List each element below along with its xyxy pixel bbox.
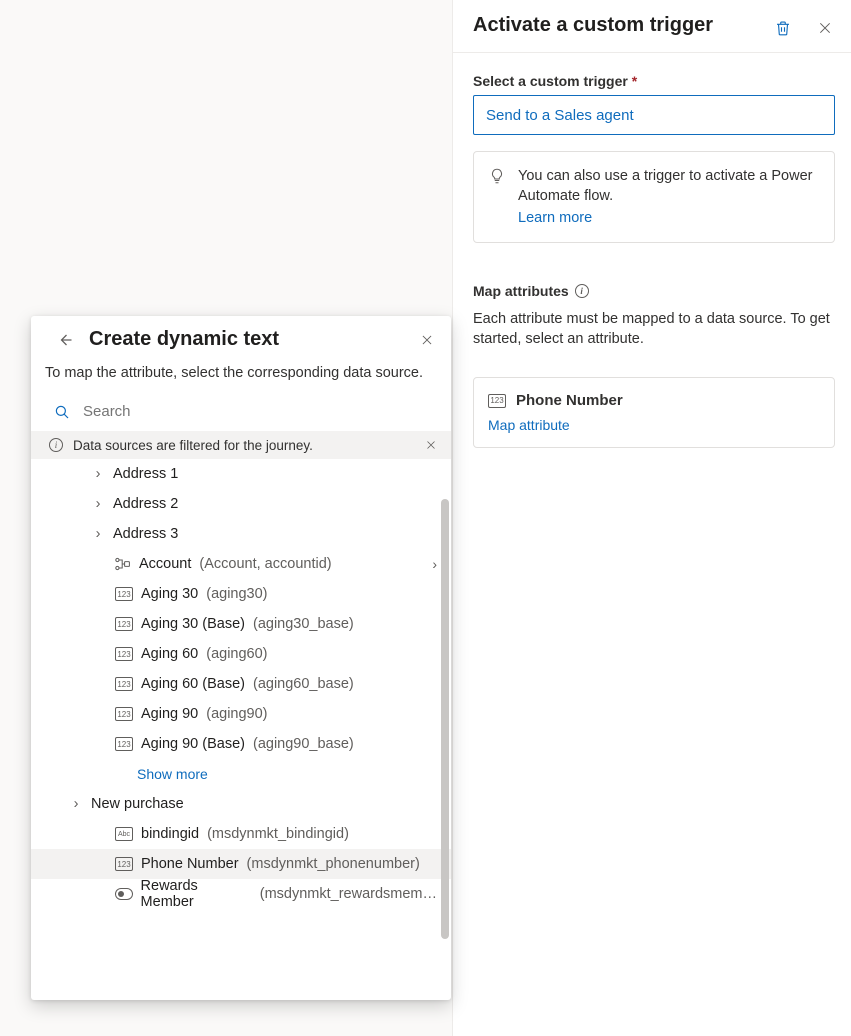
tree-item-aging60[interactable]: 123 Aging 60 (aging60) [31, 639, 451, 669]
filter-message: Data sources are filtered for the journe… [73, 438, 313, 453]
tip-callout: You can also use a trigger to activate a… [473, 151, 835, 243]
relation-icon [115, 557, 131, 571]
tree-item-phone-number[interactable]: 123 Phone Number (msdynmkt_phonenumber) [31, 849, 451, 879]
tree-item-aging90[interactable]: 123 Aging 90 (aging90) [31, 699, 451, 729]
dropdown-value: Send to a Sales agent [486, 107, 634, 124]
tree-group-address2[interactable]: › Address 2 [31, 489, 451, 519]
search-icon [53, 403, 71, 421]
learn-more-link[interactable]: Learn more [518, 208, 592, 228]
number-type-icon: 123 [115, 707, 133, 721]
text-type-icon: Abc [115, 827, 133, 841]
map-attribute-link[interactable]: Map attribute [488, 417, 570, 433]
tree-item-aging60base[interactable]: 123 Aging 60 (Base) (aging60_base) [31, 669, 451, 699]
tip-text: You can also use a trigger to activate a… [518, 168, 812, 204]
attribute-card: 123 Phone Number Map attribute [473, 377, 835, 448]
number-type-icon: 123 [115, 587, 133, 601]
tree-group-address1[interactable]: › Address 1 [31, 459, 451, 489]
filter-bar: i Data sources are filtered for the jour… [31, 431, 451, 459]
number-type-icon: 123 [115, 677, 133, 691]
scrollbar[interactable] [441, 499, 449, 939]
chevron-right-icon: › [91, 526, 105, 542]
chevron-right-icon: › [91, 466, 105, 482]
tree-group-new-purchase[interactable]: › New purchase [31, 789, 451, 819]
tree-item-rewards-member[interactable]: Rewards Member (msdynmkt_rewardsmem… [31, 879, 451, 909]
lightbulb-icon [488, 167, 506, 185]
number-type-icon: 123 [115, 857, 133, 871]
number-type-icon: 123 [488, 394, 506, 408]
tree-item-bindingid[interactable]: Abc bindingid (msdynmkt_bindingid) [31, 819, 451, 849]
boolean-type-icon [115, 888, 133, 900]
tree-item-account[interactable]: Account (Account, accountid) › [31, 549, 451, 579]
data-source-tree: › Address 1 › Address 2 › Address 3 Acco… [31, 459, 451, 1000]
tree-item-aging90base[interactable]: 123 Aging 90 (Base) (aging90_base) [31, 729, 451, 759]
number-type-icon: 123 [115, 647, 133, 661]
tree-item-aging30base[interactable]: 123 Aging 30 (Base) (aging30_base) [31, 609, 451, 639]
number-type-icon: 123 [115, 617, 133, 631]
popover-header: Create dynamic text [31, 316, 451, 357]
select-trigger-label: Select a custom trigger * [473, 73, 835, 89]
info-icon[interactable]: i [575, 284, 589, 298]
custom-trigger-dropdown[interactable]: Send to a Sales agent [473, 95, 835, 135]
map-attributes-desc: Each attribute must be mapped to a data … [473, 309, 835, 349]
close-icon[interactable] [815, 18, 835, 38]
close-icon[interactable] [423, 437, 439, 453]
map-attributes-heading: Map attributes i [473, 283, 835, 299]
dynamic-text-popover: Create dynamic text To map the attribute… [31, 316, 451, 1000]
popover-description: To map the attribute, select the corresp… [31, 357, 451, 398]
attribute-name: Phone Number [516, 392, 623, 409]
close-icon[interactable] [417, 330, 437, 350]
chevron-right-icon: › [69, 796, 83, 812]
search-input[interactable] [81, 402, 429, 421]
delete-icon[interactable] [773, 18, 793, 38]
tree-group-address3[interactable]: › Address 3 [31, 519, 451, 549]
panel-header: Activate a custom trigger [453, 0, 851, 53]
popover-title: Create dynamic text [89, 328, 403, 351]
back-icon[interactable] [53, 329, 75, 351]
info-icon: i [49, 438, 63, 452]
search-field[interactable] [31, 398, 451, 431]
chevron-right-icon: › [432, 556, 437, 572]
tree-item-aging30[interactable]: 123 Aging 30 (aging30) [31, 579, 451, 609]
panel-title: Activate a custom trigger [473, 12, 773, 38]
show-more-link[interactable]: Show more [31, 759, 451, 789]
chevron-right-icon: › [91, 496, 105, 512]
activate-trigger-panel: Activate a custom trigger Select a custo… [452, 0, 851, 1036]
number-type-icon: 123 [115, 737, 133, 751]
